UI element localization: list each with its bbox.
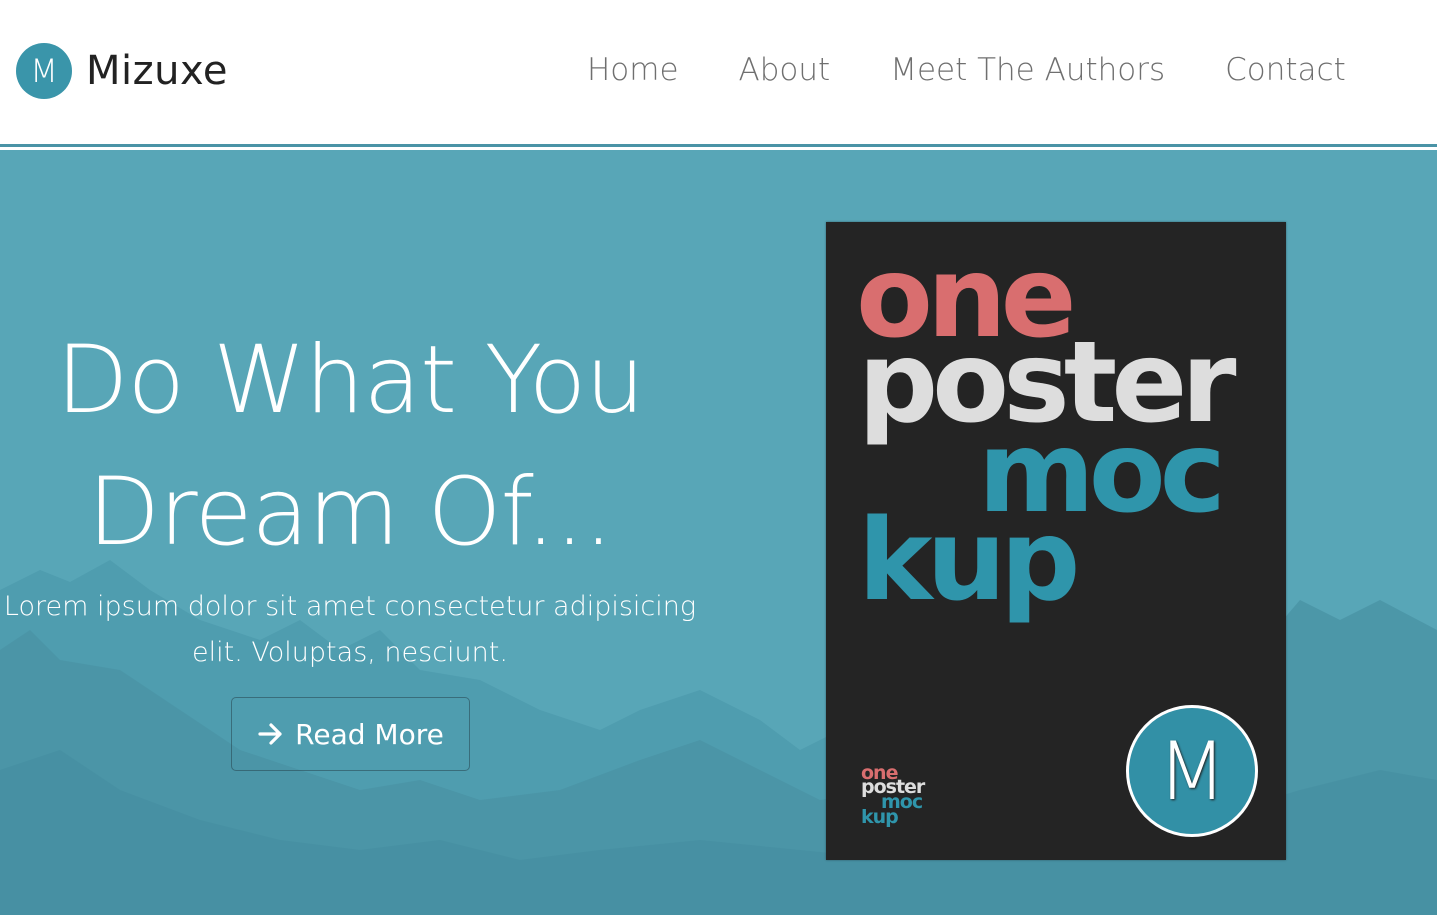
hero-description-line-2: elit. Voluptas, nesciunt. bbox=[192, 637, 508, 668]
brand-link[interactable]: M Mizuxe bbox=[16, 42, 228, 100]
hero-title-line-2: Dream Of... bbox=[87, 458, 614, 567]
hero-section: Do What You Dream Of... Lorem ipsum dolo… bbox=[0, 150, 1437, 915]
read-more-button[interactable]: Read More bbox=[231, 697, 470, 771]
brand-name: Mizuxe bbox=[86, 48, 229, 94]
poster-small-word-kup: kup bbox=[861, 806, 899, 828]
hero-description-line-1: Lorem ipsum dolor sit amet consectetur a… bbox=[3, 591, 697, 622]
hero-title-line-1: Do What You bbox=[56, 326, 645, 435]
navbar: M Mizuxe Home About Meet The Authors Con… bbox=[0, 0, 1437, 147]
hero-title: Do What You Dream Of... bbox=[0, 315, 700, 579]
hero-description: Lorem ipsum dolor sit amet consectetur a… bbox=[0, 584, 700, 676]
poster-headline: one poster moc kup bbox=[856, 222, 1276, 662]
arrow-right-icon bbox=[257, 720, 285, 748]
nav-link-home[interactable]: Home bbox=[587, 52, 679, 88]
brand-logo-icon: M bbox=[16, 43, 72, 99]
nav-link-about[interactable]: About bbox=[739, 52, 831, 88]
nav-link-contact[interactable]: Contact bbox=[1225, 52, 1346, 88]
poster-small-headline: one poster moc kup bbox=[861, 764, 951, 834]
nav-link-authors[interactable]: Meet The Authors bbox=[890, 52, 1165, 88]
nav-menu: Home About Meet The Authors Contact bbox=[587, 52, 1346, 88]
poster-mockup-image: one poster moc kup one poster moc kup M bbox=[826, 222, 1286, 860]
poster-logo-icon: M bbox=[1126, 705, 1258, 837]
poster-word-kup: kup bbox=[858, 496, 1080, 626]
read-more-label: Read More bbox=[295, 717, 444, 751]
